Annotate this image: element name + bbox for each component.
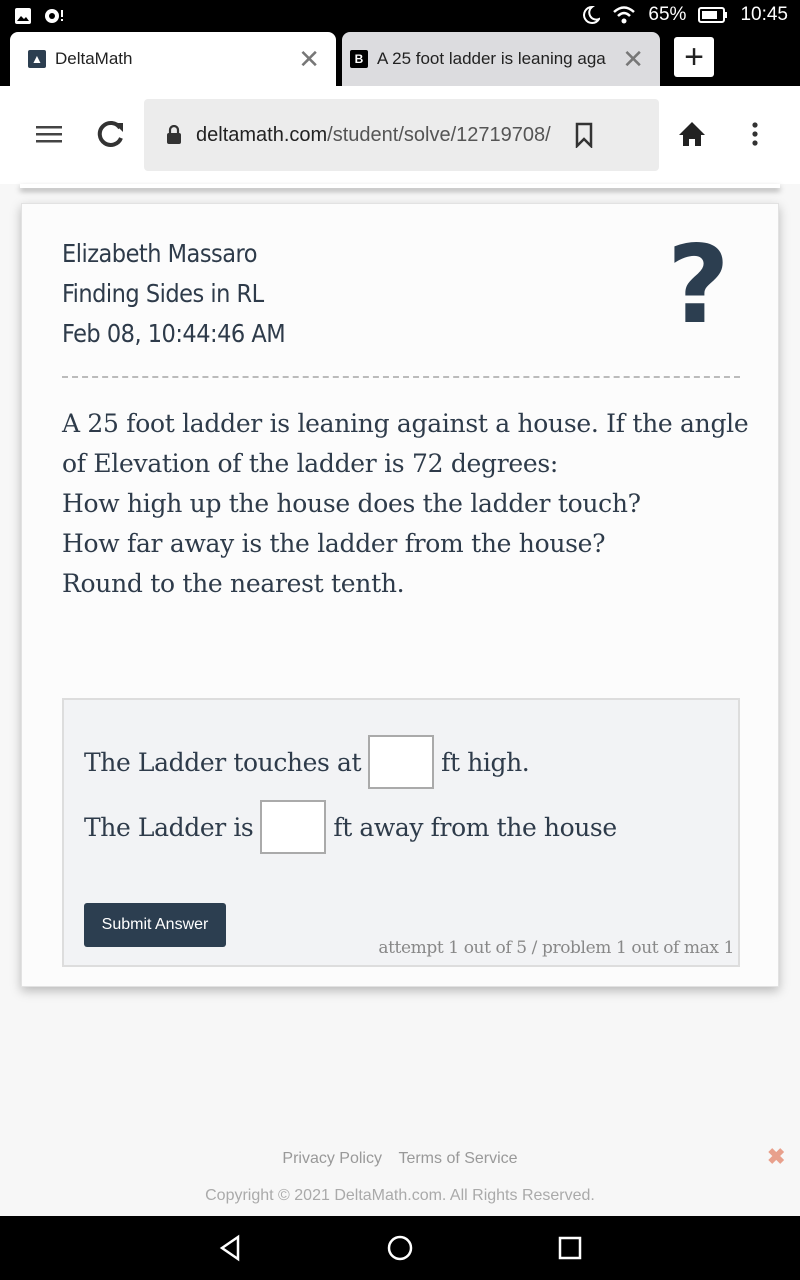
question-line: How far away is the ladder from the hous… — [62, 529, 606, 558]
page-header-edge — [20, 184, 780, 188]
help-question-icon[interactable]: ? — [667, 232, 730, 340]
battery-percent: 65% — [648, 4, 687, 25]
question-line: A 25 foot ladder is leaning against a ho… — [62, 409, 749, 438]
answer-area: The Ladder touches at ft high. The Ladde… — [62, 698, 740, 967]
tab-deltamath[interactable]: ▲ DeltaMath ✕ — [10, 32, 336, 86]
divider — [62, 376, 740, 378]
answer-label: The Ladder touches at — [84, 747, 362, 777]
reload-icon[interactable] — [96, 119, 126, 149]
problem-header: Elizabeth Massaro Finding Sides in RL Fe… — [62, 234, 286, 354]
close-icon[interactable]: ✕ — [622, 46, 644, 72]
question-line: of Elevation of the ladder is 72 degrees… — [62, 449, 559, 478]
submit-answer-button[interactable]: Submit Answer — [84, 903, 226, 947]
more-options-icon[interactable] — [751, 122, 759, 146]
notification-icon — [45, 9, 63, 23]
problem-card: Elizabeth Massaro Finding Sides in RL Fe… — [21, 203, 779, 987]
gallery-icon — [15, 8, 31, 24]
lock-icon — [167, 125, 181, 144]
attempt-counter: attempt 1 out of 5 / problem 1 out of ma… — [378, 938, 734, 958]
answer-unit: ft away from the house — [333, 812, 617, 842]
close-icon[interactable]: ✕ — [298, 46, 320, 72]
answer-label: The Ladder is — [84, 812, 254, 842]
bookmark-icon[interactable] — [575, 122, 593, 148]
answer-row-distance: The Ladder is ft away from the house — [84, 800, 617, 854]
assignment-title: Finding Sides in RL — [62, 279, 264, 308]
student-name: Elizabeth Massaro — [62, 239, 258, 268]
recents-icon[interactable] — [558, 1234, 582, 1262]
home-nav-icon[interactable] — [386, 1234, 414, 1262]
footer-links: Privacy Policy Terms of Service — [0, 1150, 800, 1168]
clock: 10:45 — [740, 4, 788, 25]
question-line: Round to the nearest tenth. — [62, 569, 405, 598]
question-line: How high up the house does the ladder to… — [62, 489, 641, 518]
tab-brainly[interactable]: B A 25 foot ladder is leaning aga ✕ — [342, 32, 660, 86]
new-tab-button[interactable]: + — [674, 37, 714, 77]
status-bar: 65% 10:45 — [0, 0, 800, 32]
menu-icon[interactable] — [36, 124, 62, 144]
deltamath-icon: ▲ — [28, 50, 46, 68]
system-nav-bar — [0, 1216, 800, 1280]
browser-toolbar: deltamath.com/student/solve/12719708/ — [0, 86, 800, 184]
timestamp: Feb 08, 10:44:46 AM — [62, 319, 286, 348]
copyright-text: Copyright © 2021 DeltaMath.com. All Righ… — [205, 1187, 595, 1204]
privacy-policy-link[interactable]: Privacy Policy — [282, 1150, 382, 1167]
address-bar[interactable]: deltamath.com/student/solve/12719708/ — [144, 99, 659, 171]
url-text[interactable]: deltamath.com/student/solve/12719708/ — [196, 124, 551, 147]
answer-row-height: The Ladder touches at ft high. — [84, 735, 530, 789]
brainly-icon: B — [350, 50, 368, 68]
question-text: A 25 foot ladder is leaning against a ho… — [62, 404, 752, 604]
wifi-icon — [613, 6, 636, 24]
back-icon[interactable] — [218, 1234, 242, 1262]
home-icon[interactable] — [678, 120, 706, 148]
battery-icon — [698, 7, 728, 23]
terms-of-service-link[interactable]: Terms of Service — [398, 1150, 517, 1167]
tab-title: DeltaMath — [55, 49, 133, 68]
moon-icon — [583, 5, 601, 24]
tab-title: A 25 foot ladder is leaning aga — [377, 49, 606, 68]
answer-unit: ft high. — [441, 747, 530, 777]
footer-close-icon[interactable]: ✖ — [767, 1144, 785, 1170]
distance-answer-input[interactable] — [260, 800, 327, 854]
height-answer-input[interactable] — [368, 735, 435, 789]
